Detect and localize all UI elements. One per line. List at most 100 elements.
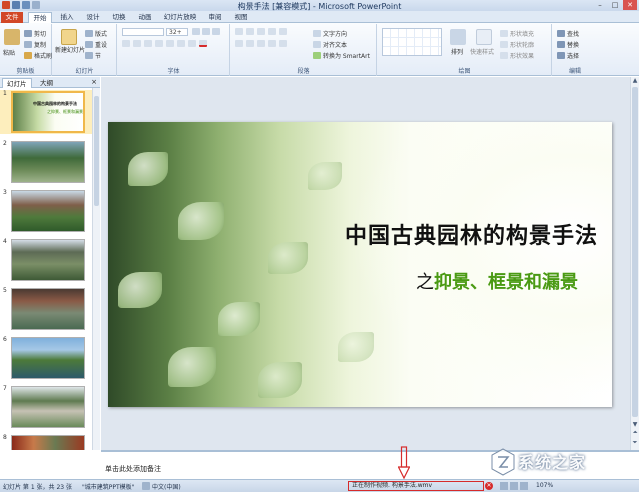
format-painter-button[interactable]: 格式刷 bbox=[24, 51, 52, 60]
red-arrow-annotation bbox=[398, 446, 410, 480]
tab-outline-panel[interactable]: 大纲 bbox=[36, 78, 57, 88]
thumbnail-2[interactable]: 2 bbox=[0, 140, 92, 184]
new-slide-icon[interactable] bbox=[61, 29, 77, 45]
tab-slides-panel[interactable]: 幻灯片 bbox=[2, 78, 32, 88]
change-case-icon[interactable] bbox=[188, 40, 196, 47]
text-direction-button[interactable]: 文字方向 bbox=[313, 29, 347, 38]
tab-animations[interactable]: 动画 bbox=[134, 12, 156, 23]
tab-file[interactable]: 文件 bbox=[1, 12, 23, 23]
thumbnail-image bbox=[11, 435, 85, 450]
cut-button[interactable]: 剪切 bbox=[24, 29, 46, 38]
minimize-button[interactable]: – bbox=[593, 0, 607, 10]
arrange-button[interactable]: 排列 bbox=[451, 47, 463, 56]
columns-icon[interactable] bbox=[279, 40, 287, 47]
shape-fill-button[interactable]: 形状填充 bbox=[500, 29, 534, 38]
font-name-field[interactable] bbox=[122, 28, 164, 36]
section-button[interactable]: 节 bbox=[85, 51, 101, 60]
shapes-gallery[interactable] bbox=[382, 28, 442, 56]
layout-button[interactable]: 版式 bbox=[85, 29, 107, 38]
tab-slideshow[interactable]: 幻灯片放映 bbox=[160, 12, 200, 23]
paragraph-label: 段落 bbox=[297, 68, 310, 75]
theme-name[interactable]: "城市建筑PPT模板" bbox=[82, 482, 134, 491]
bullets-icon[interactable] bbox=[235, 28, 243, 35]
shadow-icon[interactable] bbox=[155, 40, 163, 47]
thumbnail-6[interactable]: 6 bbox=[0, 336, 92, 380]
decrease-indent-icon[interactable] bbox=[257, 28, 265, 35]
tab-home[interactable]: 开始 bbox=[28, 12, 52, 23]
char-spacing-icon[interactable] bbox=[177, 40, 185, 47]
tab-transitions[interactable]: 切换 bbox=[108, 12, 130, 23]
subtitle-main: 抑景、框景和漏景 bbox=[434, 272, 578, 293]
font-size-field[interactable]: 32+ bbox=[166, 28, 188, 36]
italic-icon[interactable] bbox=[133, 40, 141, 47]
copy-button[interactable]: 复制 bbox=[24, 40, 46, 49]
scroll-up-icon[interactable]: ▲ bbox=[631, 77, 639, 84]
zoom-level[interactable]: 107% bbox=[536, 482, 553, 489]
section-icon bbox=[85, 52, 93, 59]
cancel-icon[interactable]: ✕ bbox=[485, 482, 493, 490]
arrange-icon[interactable] bbox=[450, 29, 466, 45]
sorter-view-icon[interactable] bbox=[510, 482, 518, 490]
quick-styles-button[interactable]: 快速样式 bbox=[470, 47, 494, 56]
align-text-button[interactable]: 对齐文本 bbox=[313, 40, 347, 49]
tab-design[interactable]: 设计 bbox=[82, 12, 104, 23]
align-buttons[interactable] bbox=[235, 40, 287, 47]
slide-title[interactable]: 中国古典园林的构景手法 bbox=[298, 218, 598, 250]
find-button[interactable]: 查找 bbox=[557, 29, 579, 38]
slide-scrollbar[interactable]: ▲ ▼ ⏶ ⏷ bbox=[630, 77, 639, 450]
paste-icon[interactable] bbox=[4, 29, 20, 45]
select-button[interactable]: 选择 bbox=[557, 51, 579, 60]
tab-review[interactable]: 审阅 bbox=[204, 12, 226, 23]
scrollbar-thumb[interactable] bbox=[632, 87, 638, 417]
thumbnail-7[interactable]: 7 bbox=[0, 385, 92, 429]
close-panel-button[interactable]: × bbox=[91, 78, 97, 87]
notes-placeholder: 单击此处添加备注 bbox=[105, 465, 161, 473]
quick-styles-icon[interactable] bbox=[476, 29, 492, 45]
underline-icon[interactable] bbox=[144, 40, 152, 47]
brush-icon bbox=[24, 52, 32, 59]
ivy-leaf bbox=[128, 152, 168, 186]
thumbnail-8[interactable]: 8 bbox=[0, 434, 92, 450]
thumbnail-5[interactable]: 5 bbox=[0, 287, 92, 331]
thumbnail-4[interactable]: 4 bbox=[0, 238, 92, 282]
paste-button[interactable]: 粘贴 bbox=[3, 48, 15, 57]
thumbnail-scrollbar[interactable] bbox=[92, 88, 100, 450]
shape-outline-button[interactable]: 形状轮廓 bbox=[500, 40, 534, 49]
scissors-icon bbox=[24, 30, 32, 37]
list-buttons[interactable] bbox=[235, 28, 287, 35]
ivy-leaf bbox=[258, 362, 302, 398]
shape-effects-button[interactable]: 形状效果 bbox=[500, 51, 534, 60]
font-size-buttons[interactable] bbox=[192, 28, 220, 35]
thumbnail-number: 1 bbox=[3, 90, 7, 97]
scrollbar-thumb[interactable] bbox=[94, 96, 99, 206]
current-slide[interactable]: 中国古典园林的构景手法 之抑景、框景和漏景 bbox=[108, 122, 612, 407]
reset-button[interactable]: 重设 bbox=[85, 40, 107, 49]
tab-insert[interactable]: 插入 bbox=[56, 12, 78, 23]
align-left-icon[interactable] bbox=[235, 40, 243, 47]
reading-view-icon[interactable] bbox=[520, 482, 528, 490]
align-center-icon[interactable] bbox=[246, 40, 254, 47]
thumbnail-3[interactable]: 3 bbox=[0, 189, 92, 233]
increase-indent-icon[interactable] bbox=[268, 28, 276, 35]
maximize-button[interactable]: □ bbox=[608, 0, 622, 10]
smartart-button[interactable]: 转换为 SmartArt bbox=[313, 51, 370, 60]
font-style-buttons[interactable] bbox=[122, 40, 207, 47]
close-button[interactable]: ✕ bbox=[623, 0, 637, 10]
font-color-icon[interactable] bbox=[199, 40, 207, 47]
bold-icon[interactable] bbox=[122, 40, 130, 47]
numbering-icon[interactable] bbox=[246, 28, 254, 35]
tab-view[interactable]: 视图 bbox=[230, 12, 252, 23]
normal-view-icon[interactable] bbox=[500, 482, 508, 490]
language-indicator[interactable]: 中文(中国) bbox=[152, 482, 181, 491]
prev-slide-icon[interactable]: ⏶ bbox=[631, 429, 639, 437]
new-slide-button[interactable]: 新建幻灯片 bbox=[55, 47, 85, 54]
spellcheck-icon[interactable] bbox=[142, 482, 150, 490]
replace-button[interactable]: 替换 bbox=[557, 40, 579, 49]
justify-icon[interactable] bbox=[268, 40, 276, 47]
align-right-icon[interactable] bbox=[257, 40, 265, 47]
slide-subtitle[interactable]: 之抑景、框景和漏景 bbox=[358, 268, 578, 294]
line-spacing-icon[interactable] bbox=[279, 28, 287, 35]
scroll-down-icon[interactable]: ▼ bbox=[631, 421, 639, 428]
thumbnail-1[interactable]: 1 中国古典园林的构景手法 之抑景、框景和漏景 bbox=[0, 90, 92, 134]
strikethrough-icon[interactable] bbox=[166, 40, 174, 47]
